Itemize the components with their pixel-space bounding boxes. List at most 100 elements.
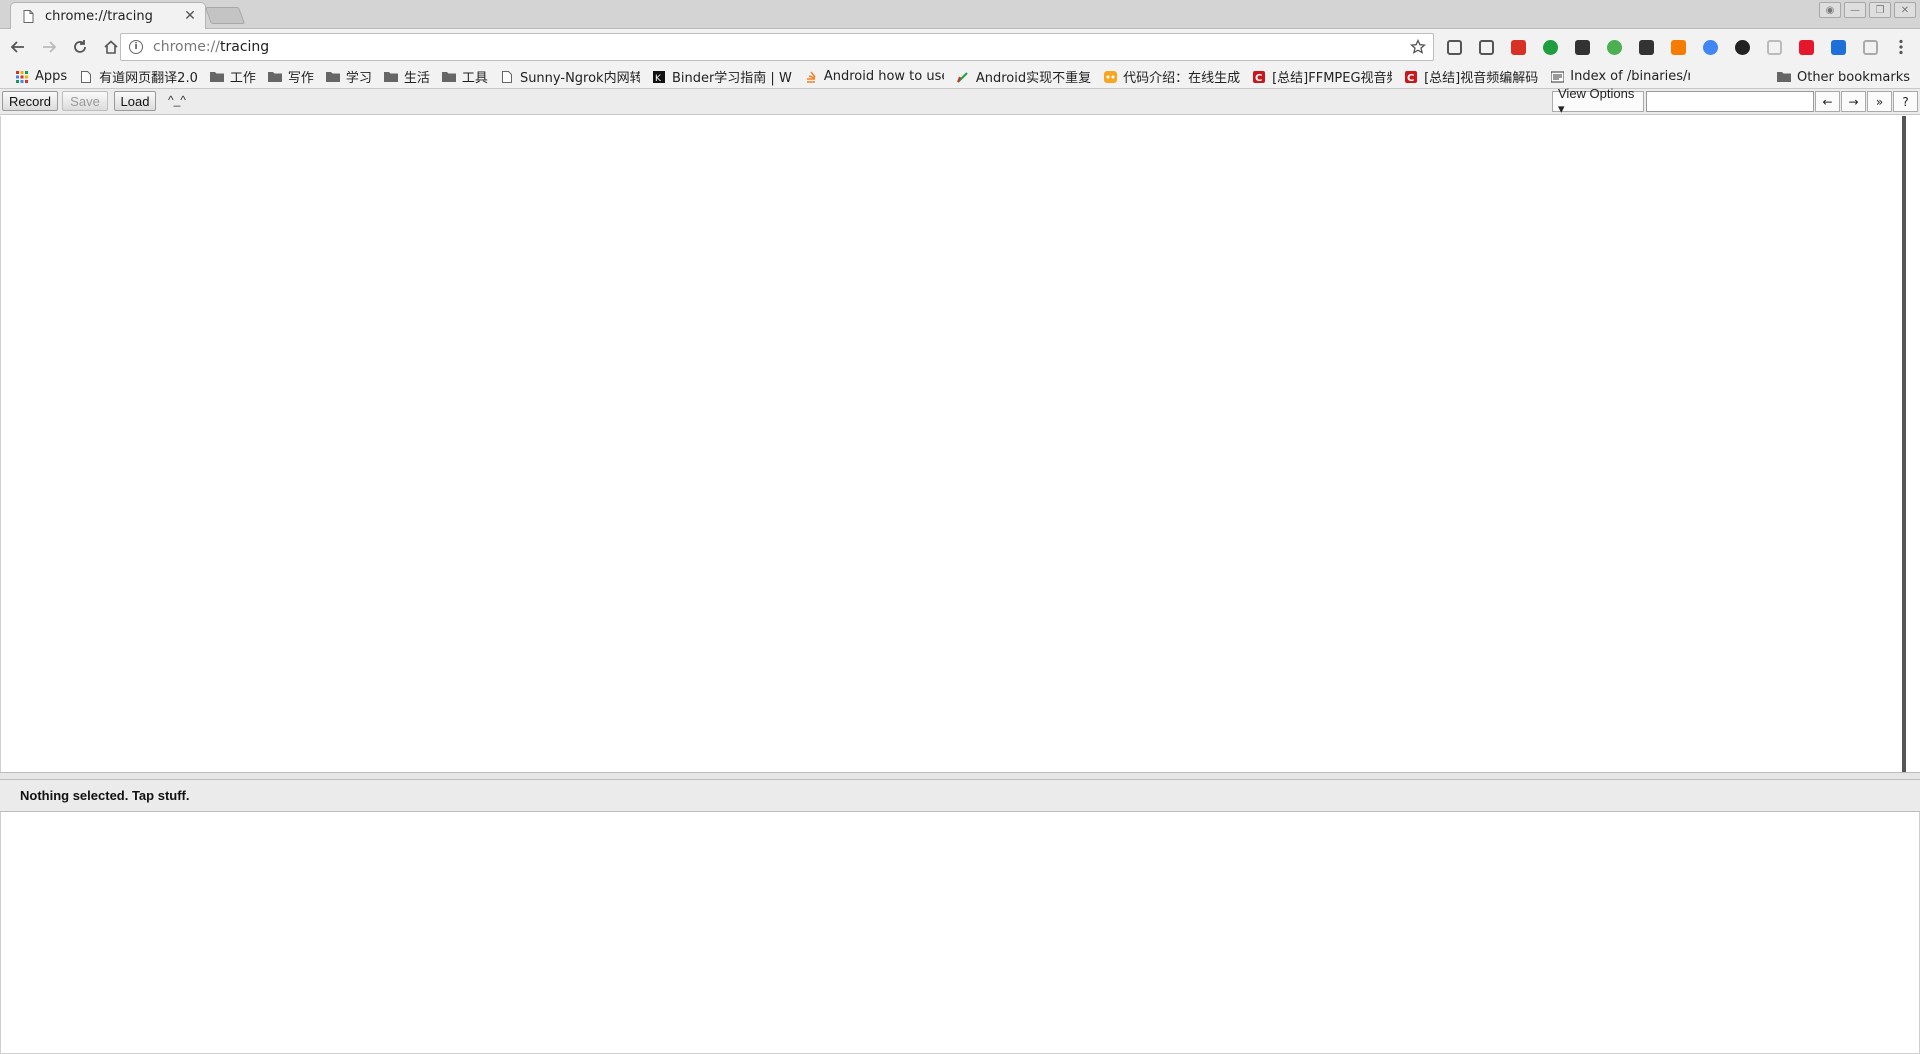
google-icon[interactable] <box>1698 35 1722 59</box>
google-icon-glyph <box>1702 39 1718 55</box>
translate-icon-glyph <box>1830 39 1846 55</box>
pocket-icon-glyph <box>1446 39 1462 55</box>
translate-icon[interactable] <box>1826 35 1850 59</box>
panel-splitter[interactable] <box>0 772 1920 780</box>
folder-icon <box>267 71 282 83</box>
bookmark-item[interactable]: 学习 <box>321 66 377 88</box>
menu-icon[interactable] <box>1892 35 1910 59</box>
folder-icon <box>1776 71 1791 83</box>
bookmark-item[interactable]: Index of /binaries/m <box>1545 66 1695 88</box>
record-button[interactable]: Record <box>2 91 58 111</box>
info-icon[interactable]: i <box>129 40 143 54</box>
mail-icon-glyph <box>1478 39 1494 55</box>
url-host: tracing <box>220 39 270 55</box>
bookmark-label: Android how to use <box>823 69 944 84</box>
back-icon[interactable] <box>5 34 31 60</box>
tab-strip: chrome://tracing ✕ ◉ — ❐ ✕ <box>0 0 1920 29</box>
pen-icon <box>956 71 970 83</box>
bookmark-item[interactable]: 生活 <box>379 66 435 88</box>
bookmark-label: 写作 <box>287 71 314 86</box>
bookmark-item[interactable]: 写作 <box>263 66 319 88</box>
bookmark-item[interactable]: C [总结]视音频编解码 <box>1399 66 1543 88</box>
status-face: ^_^ <box>168 93 186 107</box>
svg-text:C: C <box>1407 73 1414 83</box>
folder-icon <box>383 71 398 83</box>
close-icon[interactable]: ✕ <box>183 8 197 24</box>
profile-icon[interactable]: ◉ <box>1819 2 1841 18</box>
bookmark-label: Sunny-Ngrok内网转 <box>519 71 640 86</box>
analysis-panel <box>0 812 1920 1054</box>
green-circle-icon-glyph <box>1542 39 1558 55</box>
chart-icon[interactable] <box>1634 35 1658 59</box>
binder-icon: K <box>652 70 666 83</box>
bookmark-label: 有道网页翻译2.0 <box>99 71 198 86</box>
bookmark-item[interactable]: K Binder学习指南 | W <box>647 66 797 88</box>
bookmark-label: 生活 <box>403 71 430 86</box>
folder-icon <box>441 71 456 83</box>
view-options-dropdown[interactable]: View Options ▾ <box>1552 86 1644 116</box>
bookmark-label: 学习 <box>345 71 372 86</box>
bookmark-item[interactable]: 工作 <box>205 66 261 88</box>
search-ext-icon[interactable] <box>1858 35 1882 59</box>
mail-icon[interactable] <box>1474 35 1498 59</box>
apps-icon <box>15 70 29 83</box>
bookmark-label: Binder学习指南 | W <box>671 71 792 86</box>
analysis-panel-header: Nothing selected. Tap stuff. <box>0 780 1920 812</box>
other-bookmarks[interactable]: Other bookmarks <box>1776 66 1910 88</box>
other-bookmarks-label: Other bookmarks <box>1796 69 1910 85</box>
bookmark-item[interactable]: 有道网页翻译2.0 <box>74 66 203 88</box>
book-icon[interactable] <box>1762 35 1786 59</box>
red-ext-icon[interactable] <box>1506 35 1530 59</box>
bookmark-item[interactable]: Sunny-Ngrok内网转 <box>495 66 645 88</box>
page-icon <box>79 70 93 83</box>
bookmark-label: Android实现不重复 <box>975 71 1092 86</box>
load-button[interactable]: Load <box>114 91 156 111</box>
folder-icon <box>325 71 340 83</box>
weibo-icon-glyph <box>1798 39 1814 55</box>
minimize-icon[interactable]: — <box>1844 2 1866 18</box>
orange-x-icon-glyph <box>1670 39 1686 55</box>
page-icon <box>23 9 35 23</box>
bookmark-item[interactable]: 工具 <box>437 66 493 88</box>
extension-bar <box>1442 35 1882 59</box>
x-ext-icon[interactable] <box>1570 35 1594 59</box>
folder-icon <box>209 71 224 83</box>
tracing-toolbar: Record Save Load ^_^ View Options ▾ ← → … <box>0 86 1920 116</box>
csdn-icon: C <box>1404 70 1418 83</box>
green-dot-icon[interactable] <box>1602 35 1626 59</box>
address-bar[interactable]: i chrome://tracing <box>120 33 1434 61</box>
bookmark-item[interactable]: Apps <box>10 66 72 88</box>
bookmark-item[interactable]: Android how to use <box>799 66 949 88</box>
orange-x-icon[interactable] <box>1666 35 1690 59</box>
star-icon[interactable] <box>1409 38 1427 56</box>
browser-toolbar: i chrome://tracing <box>0 29 1920 65</box>
search-input[interactable] <box>1646 91 1814 112</box>
forward-icon[interactable] <box>36 34 62 60</box>
reload-icon[interactable] <box>67 34 93 60</box>
bookmark-label: 工具 <box>461 71 488 86</box>
pocket-icon[interactable] <box>1442 35 1466 59</box>
weibo-icon[interactable] <box>1794 35 1818 59</box>
url-scheme: chrome:// <box>153 39 220 55</box>
restore-icon[interactable]: ❐ <box>1869 2 1891 18</box>
book-icon-glyph <box>1766 39 1782 55</box>
save-button[interactable]: Save <box>62 91 108 111</box>
find-previous-button[interactable]: ← <box>1815 91 1840 112</box>
more-options-button[interactable]: » <box>1867 91 1892 112</box>
help-button[interactable]: ? <box>1893 91 1918 112</box>
new-tab-button[interactable] <box>204 7 246 24</box>
find-next-button[interactable]: → <box>1841 91 1866 112</box>
bookmark-item[interactable]: C [总结]FFMPEG视音频 <box>1247 66 1397 88</box>
chart-icon-glyph <box>1638 39 1654 55</box>
bookmark-label: Index of /binaries/m <box>1570 69 1691 84</box>
timeline-view[interactable] <box>0 116 1902 772</box>
bookmark-item[interactable]: Android实现不重复 <box>951 66 1096 88</box>
dark-circle-icon[interactable] <box>1730 35 1754 59</box>
bookmark-item[interactable]: 代码介绍：在线生成 <box>1098 66 1245 88</box>
scrollbar-track <box>1906 116 1920 772</box>
green-circle-icon[interactable] <box>1538 35 1562 59</box>
tab-tracing[interactable]: chrome://tracing ✕ <box>10 2 206 29</box>
close-window-icon[interactable]: ✕ <box>1894 2 1916 18</box>
green-dot-icon-glyph <box>1606 39 1622 55</box>
bookmark-label: 工作 <box>229 71 256 86</box>
